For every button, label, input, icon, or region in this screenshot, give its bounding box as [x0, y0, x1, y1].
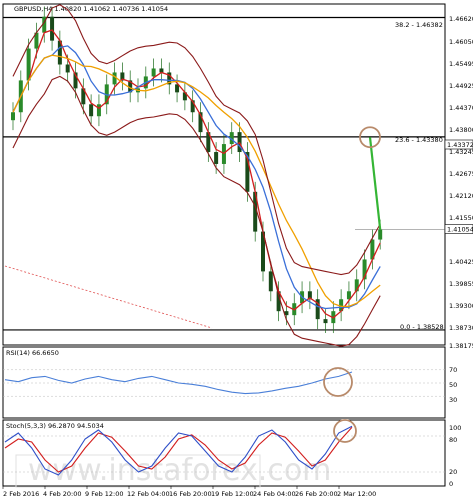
- price-tick: 1.40425: [449, 258, 473, 266]
- candle-body: [50, 16, 55, 41]
- time-tick: 9 Feb 12:00: [85, 490, 124, 498]
- fib-label-38: 38.2 - 1.46382: [395, 21, 443, 29]
- marker-price-tag: 1.43372: [444, 139, 473, 150]
- rsi-tick: 30: [449, 396, 457, 404]
- candle-body: [65, 64, 70, 73]
- price-tick: 1.42675: [449, 170, 473, 178]
- price-chart-svg: www.instaforex.com GBPUSD,H4 1.40820 1.4…: [2, 3, 473, 498]
- stoch-tick: 100: [449, 424, 461, 432]
- rsi-tick: 70: [449, 366, 457, 374]
- price-tick: 1.44925: [449, 82, 473, 90]
- time-tick: 4 Feb 20:00: [43, 490, 82, 498]
- rsi-tick: 50: [449, 381, 457, 389]
- watermark-text: www.instaforex.com: [28, 453, 331, 488]
- price-tick: 1.42120: [449, 192, 473, 200]
- price-tick: 1.38175: [449, 342, 473, 350]
- candle-body: [89, 104, 94, 117]
- stoch-axis: 100 80 20 0: [449, 424, 461, 488]
- candle-body: [96, 104, 101, 117]
- time-tick: 26 Feb 20:00: [295, 490, 338, 498]
- price-tick: 1.46620: [449, 15, 473, 23]
- current-price-label: 1.41054: [447, 226, 473, 234]
- candle-body: [112, 72, 117, 85]
- price-tick: 1.39300: [449, 302, 473, 310]
- time-tick: 12 Feb 04:00: [127, 490, 170, 498]
- candle-body: [11, 112, 15, 121]
- stoch-tick: 80: [449, 436, 457, 444]
- main-chart-title: GBPUSD,H4 1.40820 1.41062 1.40736 1.4105…: [14, 5, 168, 13]
- price-tick: 1.38730: [449, 324, 473, 332]
- stoch-tick: 20: [449, 468, 457, 476]
- price-tick: 1.41550: [449, 214, 473, 222]
- price-tick: 1.46050: [449, 38, 473, 46]
- current-price-tag: 1.41054: [444, 224, 473, 234]
- time-tick: 16 Feb 20:00: [169, 490, 212, 498]
- candle-body: [214, 152, 219, 164]
- chart-window: www.instaforex.com GBPUSD,H4 1.40820 1.4…: [0, 0, 473, 500]
- rsi-axis: 70 50 30: [449, 366, 457, 404]
- price-axis: 1.46620 1.46050 1.45495 1.44925 1.44370 …: [449, 15, 473, 350]
- time-tick: 2 Mar 12:00: [337, 490, 376, 498]
- stoch-title: Stoch(5,3,3) 96.2870 94.5034: [6, 422, 104, 430]
- price-tick: 1.45495: [449, 60, 473, 68]
- candle-body: [151, 68, 156, 77]
- marker-price-label: 1.43372: [447, 141, 473, 149]
- candle-body: [323, 319, 328, 324]
- price-tick: 1.44370: [449, 104, 473, 112]
- stoch-tick: 0: [449, 480, 453, 488]
- price-tick: 1.43800: [449, 126, 473, 134]
- time-axis: 2 Feb 2016 4 Feb 20:00 9 Feb 12:00 12 Fe…: [3, 490, 376, 498]
- time-tick: 19 Feb 12:00: [211, 490, 254, 498]
- rsi-title: RSI(14) 66.6650: [6, 349, 59, 357]
- candle-body: [268, 271, 273, 292]
- candle-body: [378, 229, 383, 240]
- time-tick: 2 Feb 2016: [3, 490, 39, 498]
- main-panel-frame: [2, 3, 446, 346]
- time-tick: 24 Feb 04:00: [253, 490, 296, 498]
- price-tick: 1.39855: [449, 280, 473, 288]
